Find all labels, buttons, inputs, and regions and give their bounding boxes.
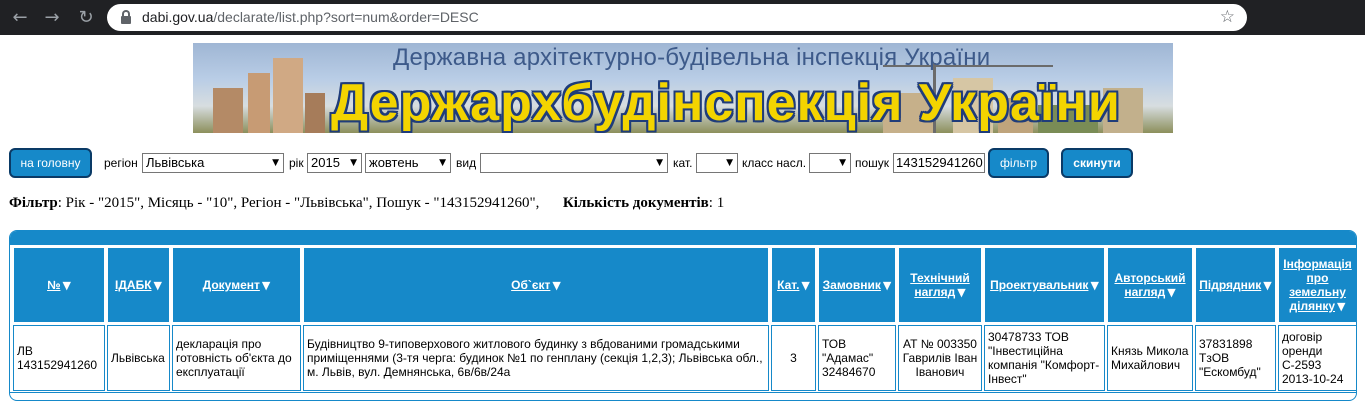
- region-label: регіон: [104, 156, 138, 170]
- table-row: ЛВ 143152941260 Львівська декларація про…: [13, 325, 1356, 391]
- browser-toolbar: ← → ↻ dabi.gov.ua/declarate/list.php?sor…: [0, 0, 1365, 35]
- sort-arrow-icon: ▼: [62, 279, 71, 292]
- type-select[interactable]: ▼: [480, 153, 668, 173]
- column-header-num[interactable]: № ▼: [13, 247, 105, 323]
- site-banner: Державна архітектурно-будівельна інспекц…: [193, 43, 1173, 133]
- region-select[interactable]: Львівська ▼: [142, 153, 284, 173]
- lock-icon: [121, 10, 131, 24]
- year-select-value: 2015: [311, 155, 340, 170]
- dropdown-arrow-icon: ▼: [726, 158, 733, 168]
- sort-arrow-icon: ▼: [552, 279, 561, 292]
- column-header-contractor[interactable]: Підрядник ▼: [1195, 247, 1276, 323]
- dropdown-arrow-icon: ▼: [656, 158, 663, 168]
- document-count-label: Кількість документів: [562, 195, 709, 211]
- class-label: класс насл.: [742, 156, 807, 170]
- cell-designer: 30478733 ТОВ "Інвестиційна компанія "Ком…: [984, 325, 1105, 391]
- bookmark-star-icon[interactable]: ☆: [1220, 7, 1235, 27]
- search-input[interactable]: 143152941260: [893, 153, 985, 173]
- region-select-value: Львівська: [146, 155, 205, 170]
- results-table: № ▼ ІДАБК ▼ Документ ▼ Об`єкт ▼ Кат. ▼ Замовн…: [11, 245, 1356, 393]
- cell-tech-supervision: АТ № 003350 Гаврилів Іван Іванович: [898, 325, 982, 391]
- year-label: рік: [289, 156, 304, 170]
- reset-button[interactable]: скинути: [1061, 148, 1133, 178]
- cell-document: декларація про готовність об'єкта до екс…: [172, 325, 301, 391]
- document-count-value: : 1: [708, 195, 725, 211]
- class-select[interactable]: ▼: [809, 153, 851, 173]
- column-header-author-supervision[interactable]: Авторський нагляд ▼: [1107, 247, 1193, 323]
- address-bar[interactable]: dabi.gov.ua/declarate/list.php?sort=num&…: [107, 4, 1247, 31]
- year-select[interactable]: 2015 ▼: [307, 153, 362, 173]
- column-header-category[interactable]: Кат. ▼: [771, 247, 816, 323]
- sort-arrow-icon: ▼: [1337, 300, 1346, 313]
- sort-arrow-icon: ▼: [1090, 279, 1099, 292]
- month-select[interactable]: жовтень ▼: [365, 153, 451, 173]
- column-header-land-info[interactable]: Інформація про земельну ділянку ▼: [1278, 247, 1356, 323]
- sort-arrow-icon: ▼: [957, 286, 966, 299]
- category-select[interactable]: ▼: [696, 153, 738, 173]
- column-header-tech-supervision[interactable]: Технічний нагляд ▼: [898, 247, 982, 323]
- filter-button[interactable]: фільтр: [988, 148, 1049, 178]
- column-header-designer[interactable]: Проектувальник ▼: [984, 247, 1105, 323]
- cell-category: 3: [771, 325, 816, 391]
- column-header-document[interactable]: Документ ▼: [172, 247, 301, 323]
- sort-arrow-icon: ▼: [801, 279, 810, 292]
- filter-summary: Фільтр: Рік - "2015", Місяць - "10", Рег…: [9, 195, 724, 212]
- banner-title: Держархбудінспекція України: [331, 74, 1121, 132]
- type-label: вид: [456, 156, 477, 170]
- month-select-value: жовтень: [369, 155, 419, 170]
- home-button[interactable]: на головну: [9, 148, 92, 178]
- column-header-object[interactable]: Об`єкт ▼: [303, 247, 769, 323]
- sort-arrow-icon: ▼: [261, 279, 271, 292]
- back-arrow-icon[interactable]: ←: [9, 7, 31, 29]
- cell-idabk: Львівська: [107, 325, 170, 391]
- sort-arrow-icon: ▼: [1167, 286, 1176, 299]
- cell-author-supervision: Князь Микола Михайлович: [1107, 325, 1193, 391]
- dropdown-arrow-icon: ▼: [350, 158, 357, 168]
- dropdown-arrow-icon: ▼: [272, 158, 279, 168]
- cell-contractor: 37831898 ТзОВ "Ескомбуд": [1195, 325, 1276, 391]
- search-label: пошук: [855, 156, 890, 170]
- cell-land-info: договір оренди С-2593 2013-10-24: [1278, 325, 1356, 391]
- column-header-idabk[interactable]: ІДАБК ▼: [107, 247, 170, 323]
- sort-arrow-icon: ▼: [153, 279, 162, 292]
- cell-customer: ТОВ "Адамас" 32484670: [818, 325, 896, 391]
- dropdown-arrow-icon: ▼: [439, 158, 446, 168]
- url-text: dabi.gov.ua/declarate/list.php?sort=num&…: [142, 9, 479, 25]
- category-label: кат.: [673, 156, 693, 170]
- cell-object: Будівництво 9-типоверхового житлового бу…: [303, 325, 769, 391]
- reload-icon[interactable]: ↻: [75, 7, 97, 29]
- banner-subtitle: Державна архітектурно-будівельна інспекц…: [393, 44, 991, 71]
- table-header-row: № ▼ ІДАБК ▼ Документ ▼ Об`єкт ▼ Кат. ▼ Замовн…: [13, 247, 1356, 323]
- filter-summary-label: Фільтр: [9, 195, 58, 211]
- dropdown-arrow-icon: ▼: [839, 158, 846, 168]
- cell-num: ЛВ 143152941260: [13, 325, 105, 391]
- results-table-container: № ▼ ІДАБК ▼ Документ ▼ Об`єкт ▼ Кат. ▼ Замовн…: [9, 230, 1357, 401]
- sort-arrow-icon: ▼: [882, 279, 892, 292]
- filter-summary-text: : Рік - "2015", Місяць - "10", Регіон - …: [57, 195, 540, 211]
- forward-arrow-icon[interactable]: →: [41, 7, 63, 29]
- column-header-customer[interactable]: Замовник ▼: [818, 247, 896, 323]
- sort-arrow-icon: ▼: [1263, 279, 1272, 292]
